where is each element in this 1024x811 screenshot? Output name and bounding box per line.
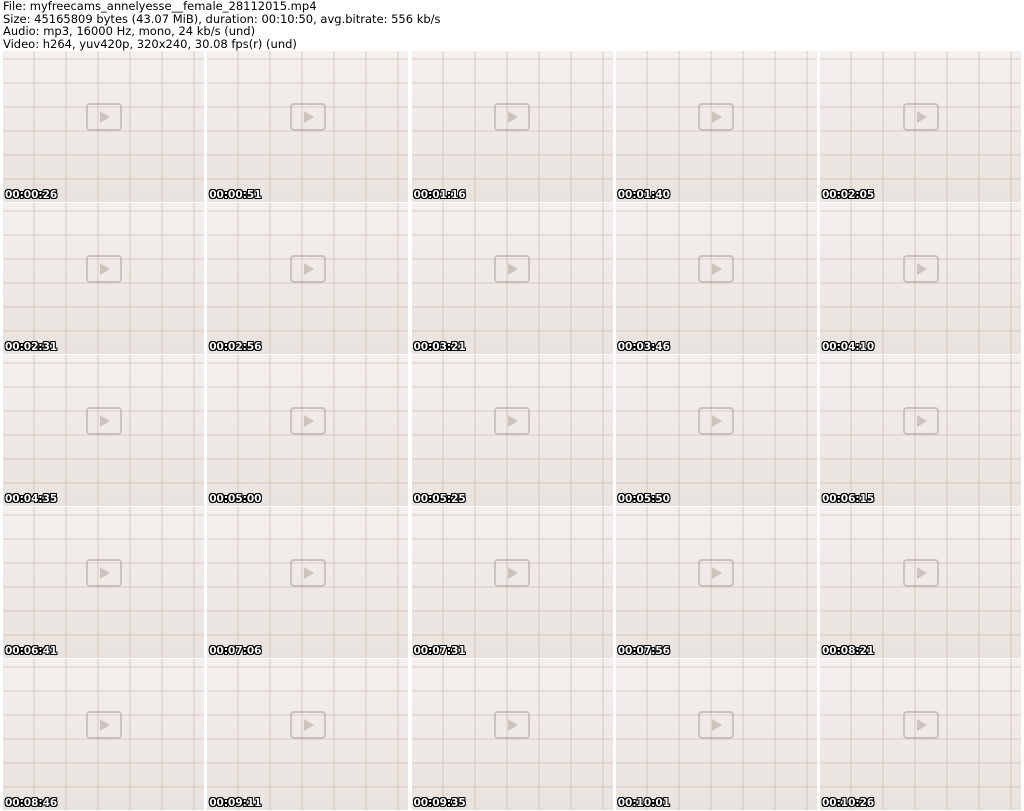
video-thumbnail[interactable]: 00:02:05 <box>820 51 1021 202</box>
audio-info-line: Audio: mp3, 16000 Hz, mono, 24 kb/s (und… <box>3 24 256 38</box>
video-frame-icon <box>494 255 530 284</box>
timestamp-label: 00:01:16 <box>413 189 466 201</box>
contact-sheet-header: File: myfreecams_annelyesse__female_2811… <box>3 0 1021 50</box>
video-thumbnail[interactable]: 00:10:01 <box>615 659 817 810</box>
timestamp-label: 00:07:06 <box>209 645 262 657</box>
video-frame-icon <box>289 559 326 588</box>
video-thumbnail[interactable]: 00:05:50 <box>615 355 817 506</box>
timestamp-label: 00:02:56 <box>209 341 262 353</box>
timestamp-label: 00:03:46 <box>617 341 670 353</box>
timestamp-label: 00:05:00 <box>209 493 262 505</box>
video-thumbnail[interactable]: 00:01:40 <box>615 51 817 202</box>
video-thumbnail[interactable]: 00:09:11 <box>207 659 409 810</box>
video-thumbnail[interactable]: 00:03:21 <box>411 203 613 354</box>
timestamp-label: 00:06:15 <box>822 493 875 505</box>
video-frame-icon <box>85 711 122 740</box>
video-thumbnail[interactable]: 00:08:46 <box>3 659 204 810</box>
video-frame-icon <box>289 103 326 132</box>
video-frame-icon <box>698 255 735 284</box>
timestamp-label: 00:10:01 <box>617 797 670 809</box>
file-name-line: File: myfreecams_annelyesse__female_2811… <box>3 0 317 13</box>
video-thumbnail[interactable]: 00:04:10 <box>820 203 1021 354</box>
video-frame-icon <box>902 255 939 284</box>
video-thumbnail[interactable]: 00:08:21 <box>820 507 1021 658</box>
video-thumbnail[interactable]: 00:09:35 <box>411 659 613 810</box>
video-thumbnail[interactable]: 00:02:56 <box>207 203 409 354</box>
video-thumbnail[interactable]: 00:06:15 <box>820 355 1021 506</box>
timestamp-label: 00:05:25 <box>413 493 466 505</box>
video-thumbnail[interactable]: 00:02:31 <box>3 203 204 354</box>
timestamp-label: 00:04:10 <box>822 341 875 353</box>
video-frame-icon <box>902 407 939 436</box>
video-thumbnail[interactable]: 00:01:16 <box>411 51 613 202</box>
video-frame-icon <box>289 255 326 284</box>
video-thumbnail[interactable]: 00:06:41 <box>3 507 204 658</box>
video-thumbnail[interactable]: 00:03:46 <box>615 203 817 354</box>
timestamp-label: 00:01:40 <box>617 189 670 201</box>
video-frame-icon <box>85 103 122 132</box>
timestamp-label: 00:02:05 <box>822 189 875 201</box>
video-frame-icon <box>698 559 735 588</box>
video-thumbnail[interactable]: 00:07:31 <box>411 507 613 658</box>
video-frame-icon <box>494 559 530 588</box>
video-thumbnail[interactable]: 00:05:00 <box>207 355 409 506</box>
video-thumbnail[interactable]: 00:07:56 <box>615 507 817 658</box>
video-frame-icon <box>494 103 530 132</box>
timestamp-label: 00:03:21 <box>413 341 466 353</box>
video-thumbnail[interactable]: 00:07:06 <box>207 507 409 658</box>
video-thumbnail[interactable]: 00:00:51 <box>207 51 409 202</box>
video-frame-icon <box>289 407 326 436</box>
timestamp-label: 00:02:31 <box>5 341 58 353</box>
video-frame-icon <box>85 407 122 436</box>
timestamp-label: 00:00:51 <box>209 189 262 201</box>
video-frame-icon <box>698 711 735 740</box>
timestamp-label: 00:10:26 <box>822 797 875 809</box>
video-frame-icon <box>902 711 939 740</box>
timestamp-label: 00:08:21 <box>822 645 875 657</box>
timestamp-label: 00:06:41 <box>5 645 58 657</box>
timestamp-label: 00:07:56 <box>617 645 670 657</box>
video-frame-icon <box>494 711 530 740</box>
timestamp-label: 00:07:31 <box>413 645 466 657</box>
thumbnail-grid: 00:00:26 00:00:51 00:01:16 00:01:40 00:02:05… <box>3 51 1021 810</box>
video-frame-icon <box>85 255 122 284</box>
video-frame-icon <box>902 103 939 132</box>
video-frame-icon <box>289 711 326 740</box>
video-frame-icon <box>698 103 735 132</box>
timestamp-label: 00:09:35 <box>413 797 466 809</box>
video-thumbnail[interactable]: 00:04:35 <box>3 355 204 506</box>
timestamp-label: 00:04:35 <box>5 493 58 505</box>
video-frame-icon <box>902 559 939 588</box>
video-frame-icon <box>494 407 530 436</box>
video-thumbnail[interactable]: 00:10:26 <box>820 659 1021 810</box>
video-info-line: Video: h264, yuv420p, 320x240, 30.08 fps… <box>3 36 297 51</box>
video-frame-icon <box>85 559 122 588</box>
timestamp-label: 00:00:26 <box>5 189 58 201</box>
video-thumbnail[interactable]: 00:00:26 <box>3 51 204 202</box>
video-thumbnail[interactable]: 00:05:25 <box>411 355 613 506</box>
timestamp-label: 00:08:46 <box>5 797 58 809</box>
video-frame-icon <box>698 407 735 436</box>
timestamp-label: 00:05:50 <box>617 493 670 505</box>
timestamp-label: 00:09:11 <box>209 797 262 809</box>
